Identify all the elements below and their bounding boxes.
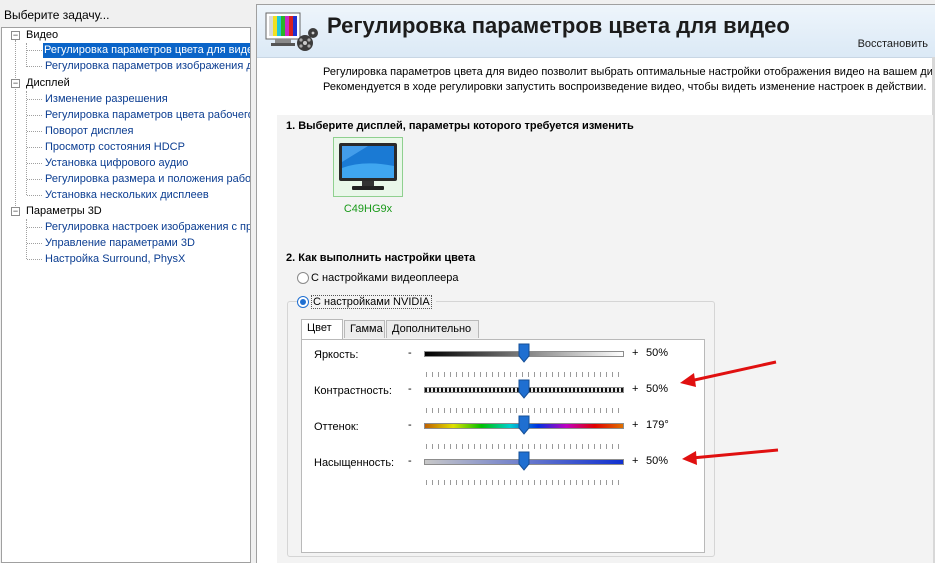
page-description: Регулировка параметров цвета для видео п… xyxy=(323,65,935,95)
tree-item-label: Настройка Surround, PhysX xyxy=(45,253,186,265)
collapse-icon[interactable]: − xyxy=(11,31,20,40)
slider-row-saturation: Насыщенность: - + 50% xyxy=(302,450,706,478)
tree-category-video[interactable]: − Видео xyxy=(2,28,250,43)
radio-button[interactable] xyxy=(297,272,309,285)
slider-minus: - xyxy=(408,419,412,431)
description-line: Рекомендуется в ходе регулировки запусти… xyxy=(323,81,927,93)
slider-label: Насыщенность: xyxy=(314,457,395,469)
task-pane: Выберите задачу... − Видео Регулировка п… xyxy=(0,0,256,563)
tree-category-label: Дисплей xyxy=(26,77,70,89)
slider-minus: - xyxy=(408,455,412,467)
task-tree: − Видео Регулировка параметров цвета для… xyxy=(1,27,251,563)
tick-marks xyxy=(426,408,622,413)
step2-title: 2. Как выполнить настройки цвета xyxy=(286,252,476,264)
monitor-icon xyxy=(339,143,397,190)
tree-category-label: Видео xyxy=(26,29,59,41)
tree-item-label: Регулировка размера и положения рабочего… xyxy=(45,173,251,185)
task-pane-header: Выберите задачу... xyxy=(4,8,110,22)
page-banner: Регулировка параметров цвета для видео В… xyxy=(257,5,935,58)
tree-category-display[interactable]: − Дисплей xyxy=(2,76,250,91)
tab-color[interactable]: Цвет xyxy=(301,319,343,339)
radio-label: С настройками NVIDIA xyxy=(311,295,432,309)
slider-plus: + xyxy=(632,383,639,395)
slider-row-contrast: Контрастность: - + 50% xyxy=(302,378,706,406)
slider-label: Оттенок: xyxy=(314,421,359,433)
slider-value: 50% xyxy=(646,383,669,395)
settings-panel: 1. Выберите дисплей, параметры которого … xyxy=(277,115,933,563)
slider-value: 50% xyxy=(646,455,669,467)
page-title: Регулировка параметров цвета для видео xyxy=(327,13,790,38)
tick-marks xyxy=(426,444,622,449)
description-line: Регулировка параметров цвета для видео п… xyxy=(323,66,935,78)
color-tab-panel: Яркость: - + 50% Контрастность: - + 50% … xyxy=(301,339,705,553)
tab-gamma[interactable]: Гамма xyxy=(344,320,385,338)
video-color-icon xyxy=(265,12,318,51)
slider-plus: + xyxy=(632,455,639,467)
collapse-icon[interactable]: − xyxy=(11,79,20,88)
collapse-icon[interactable]: − xyxy=(11,207,20,216)
tree-item-label: Установка нескольких дисплеев xyxy=(45,189,209,201)
radio-button-selected[interactable] xyxy=(297,296,309,309)
slider-plus: + xyxy=(632,419,639,431)
display-tile[interactable] xyxy=(333,137,403,197)
tab-advanced[interactable]: Дополнительно xyxy=(386,320,479,338)
slider-row-brightness: Яркость: - + 50% xyxy=(302,342,706,370)
tree-item-label: Управление параметрами 3D xyxy=(45,237,195,249)
radio-label: С настройками видеоплеера xyxy=(311,272,459,284)
display-name: C49HG9x xyxy=(343,203,393,215)
slider-label: Яркость: xyxy=(314,349,359,361)
radio-player-settings[interactable]: С настройками видеоплеера xyxy=(297,270,459,286)
tree-item-label: Установка цифрового аудио xyxy=(45,157,189,169)
slider-minus: - xyxy=(408,347,412,359)
slider-minus: - xyxy=(408,383,412,395)
restore-link[interactable]: Восстановить xyxy=(858,38,928,50)
slider-value: 50% xyxy=(646,347,669,359)
tree-item-label: Регулировка параметров цвета рабочего ст… xyxy=(45,109,251,121)
tree-category-3d[interactable]: − Параметры 3D xyxy=(2,204,250,219)
radio-nvidia-settings[interactable]: С настройками NVIDIA xyxy=(297,294,436,310)
tree-item-label: Регулировка параметров изображения для в… xyxy=(45,60,250,72)
tree-item-label: Просмотр состояния HDCP xyxy=(45,141,185,153)
tree-item-label: Регулировка параметров цвета для видео xyxy=(43,43,250,58)
step1-title: 1. Выберите дисплей, параметры которого … xyxy=(286,120,634,132)
tree-category-label: Параметры 3D xyxy=(26,205,102,217)
slider-plus: + xyxy=(632,347,639,359)
tree-item-label: Изменение разрешения xyxy=(45,93,168,105)
tree-item-label: Регулировка настроек изображения с просм… xyxy=(45,221,251,233)
tick-marks xyxy=(426,372,622,377)
slider-value: 179° xyxy=(646,419,669,431)
slider-row-hue: Оттенок: - + 179° xyxy=(302,414,706,442)
tree-item-label: Поворот дисплея xyxy=(45,125,134,137)
content-pane: Регулировка параметров цвета для видео В… xyxy=(256,4,935,563)
slider-label: Контрастность: xyxy=(314,385,392,397)
tick-marks xyxy=(426,480,622,485)
